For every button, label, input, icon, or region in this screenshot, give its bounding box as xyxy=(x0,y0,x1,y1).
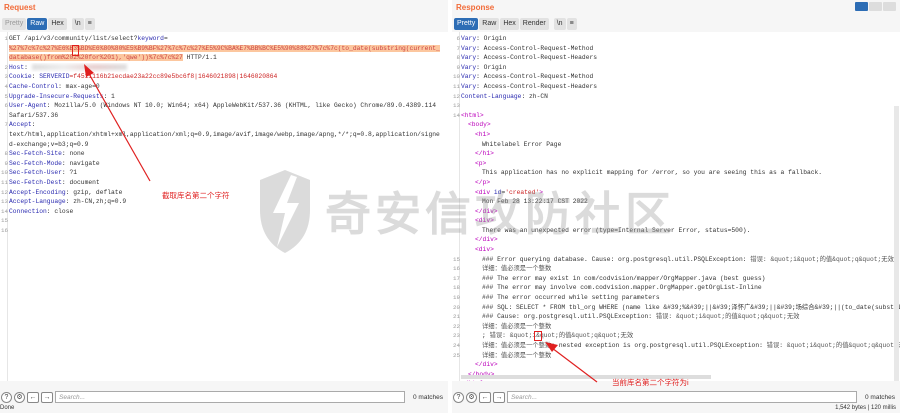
arrow-line xyxy=(551,347,598,383)
request-annotation: 截取库名第二个字符 xyxy=(162,191,230,200)
arrow-line xyxy=(87,71,151,182)
arrow-head-icon xyxy=(84,64,94,77)
response-annotation: 当前库名第二个字符为i xyxy=(612,378,689,387)
annotation-arrows xyxy=(84,64,598,383)
